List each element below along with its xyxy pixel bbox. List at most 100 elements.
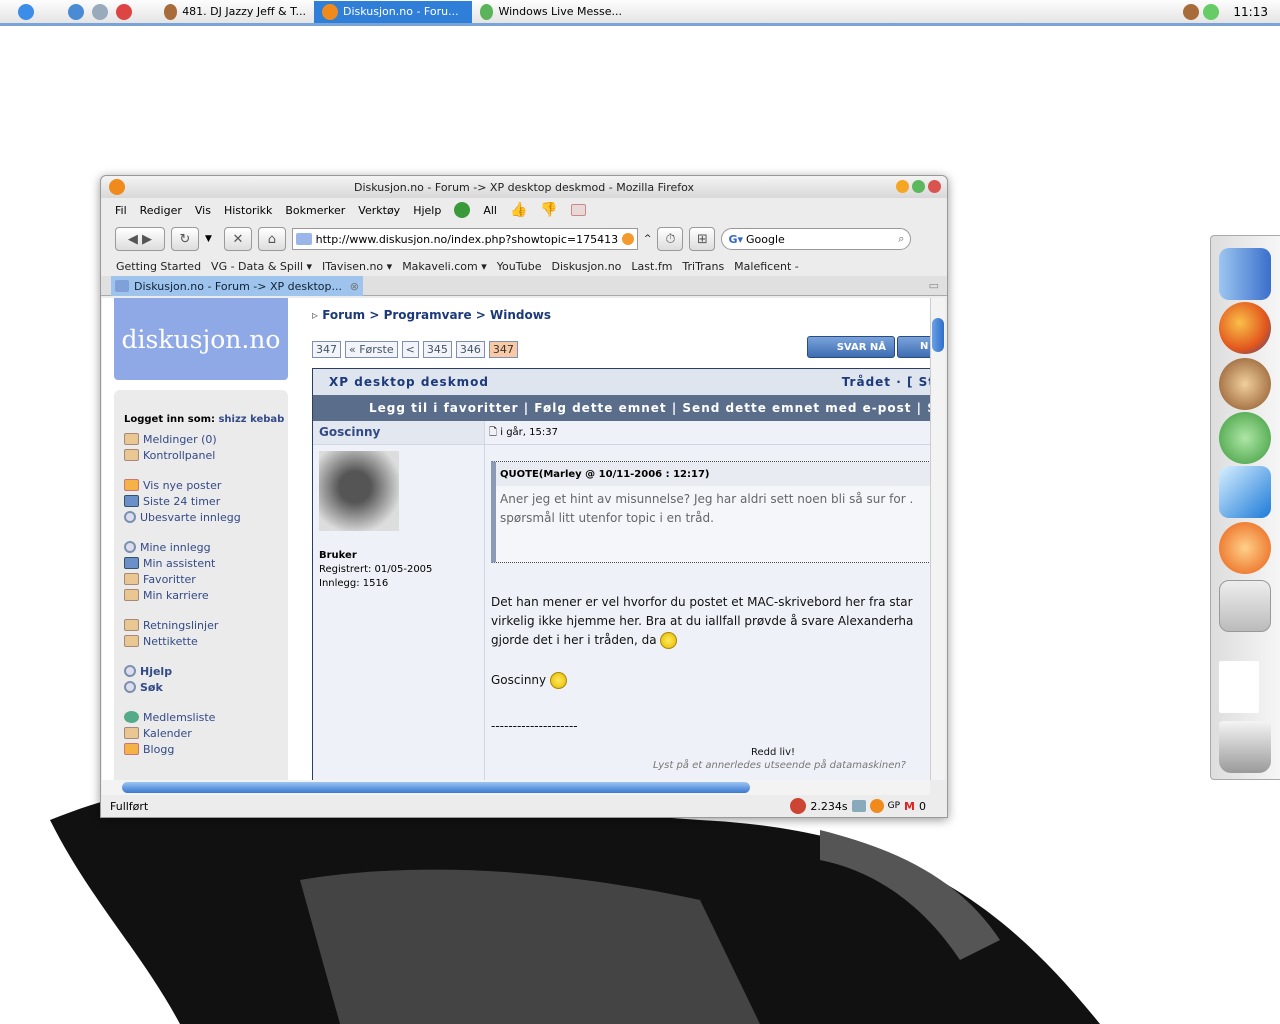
thumbs-down-icon[interactable]: 👎 [540,202,557,218]
gmail-icon[interactable]: M [904,800,915,813]
bookmark-vg[interactable]: VG - Data & Spill ▾ [211,260,312,273]
sidebar-link-mine-innlegg[interactable]: Mine innlegg [124,539,288,555]
vlc-icon[interactable] [1219,522,1271,574]
reply-button[interactable]: SVAR NÅ [807,336,895,358]
sidebar-link-søk[interactable]: Søk [124,679,288,695]
page-count[interactable]: 347 [312,341,341,358]
fasterfox-icon[interactable] [790,798,807,814]
breadcrumb-forum[interactable]: Forum [322,308,365,322]
sidebar-link-blogg[interactable]: Blogg [124,741,288,757]
signature-link[interactable]: Lyst på et annerledes utseende på datama… [491,759,913,772]
title-bar[interactable]: Diskusjon.no - Forum -> XP desktop deskm… [101,176,947,198]
up-arrow-icon[interactable]: ^ [644,234,652,244]
bookmark-youtube[interactable]: YouTube [497,260,542,273]
finder-icon[interactable] [1219,248,1271,300]
sidebar-link-retningslinjer[interactable]: Retningslinjer [124,617,288,633]
bookmark-makaveli[interactable]: Makaveli.com ▾ [402,260,487,273]
maximize-button[interactable] [912,180,925,193]
list-tabs-icon[interactable]: ▭ [929,279,939,292]
sidebar-link-nettikette[interactable]: Nettikette [124,633,288,649]
document-icon[interactable] [1219,661,1259,713]
scroll-thumb[interactable] [932,318,944,352]
sidebar-link-kalender[interactable]: Kalender [124,725,288,741]
menu-rediger[interactable]: Rediger [140,204,182,217]
timer-button[interactable]: ⏱ [657,227,684,251]
site-logo[interactable]: diskusjon.no [114,298,288,380]
bookmark-itavisen[interactable]: ITavisen.no ▾ [322,260,392,273]
tray-monkey-icon[interactable] [1183,3,1200,20]
rss-icon[interactable] [622,233,634,245]
sidebar-link-vis-nye-poster[interactable]: Vis nye poster [124,477,288,493]
search-icon[interactable]: ⌕ [898,232,904,246]
task-winamp[interactable]: 481. DJ Jazzy Jeff & T... [156,1,314,23]
post-author[interactable]: Goscinny [313,421,484,445]
messenger-icon[interactable] [92,3,108,20]
sidebar-link-medlemsliste[interactable]: Medlemsliste [124,709,288,725]
hscroll-thumb[interactable] [122,782,750,793]
back-forward-button[interactable]: ◀ ▶ [115,227,165,251]
bookmark-tritrans[interactable]: TriTrans [682,260,724,273]
breadcrumb-programvare[interactable]: Programvare [384,308,472,322]
vertical-scrollbar[interactable] [930,298,945,780]
page-content: diskusjon.no Logget inn som: shizz kebab… [102,298,930,780]
home-button[interactable]: ⌂ [257,227,286,251]
sidebar-link-meldinger-0-[interactable]: Meldinger (0) [124,431,288,447]
breadcrumb-windows[interactable]: Windows [490,308,551,322]
menu-hjelp[interactable]: Hjelp [413,204,441,217]
trash-icon[interactable] [1219,721,1271,773]
thumbs-up-icon[interactable]: 👍 [510,202,527,218]
messenger-icon[interactable] [1219,412,1271,464]
sidebar-link-min-assistent[interactable]: Min assistent [124,555,288,571]
sidebar-link-min-karriere[interactable]: Min karriere [124,587,288,603]
opera-icon[interactable] [116,3,132,20]
close-tab-icon[interactable]: ⊗ [350,280,359,293]
prev-page-link[interactable]: < [401,341,419,358]
menu-fil[interactable]: Fil [115,204,127,217]
task-messenger[interactable]: Windows Live Messe... [472,1,630,23]
menu-historikk[interactable]: Historikk [224,204,272,217]
history-dropdown-icon[interactable]: ▼ [205,234,212,244]
close-button[interactable] [928,180,941,193]
page-346[interactable]: 346 [455,341,485,358]
firefox-icon[interactable] [1219,302,1271,354]
reload-button[interactable]: ↻ [171,227,199,251]
menu-all[interactable]: All [483,204,497,217]
bookmark-maleficent[interactable]: Maleficent - [734,260,799,273]
url-bar[interactable]: http://www.diskusjon.no/index.php?showto… [291,228,638,250]
tray-messenger-icon[interactable] [1203,3,1220,20]
bookmark-getting-started[interactable]: Getting Started [116,260,201,273]
thread-actions[interactable]: Legg til i favoritter | Følg dette emnet… [313,395,930,421]
page-info-icon[interactable] [851,800,866,812]
first-page-link[interactable]: « Første [345,341,398,358]
sidebar-link-favoritter[interactable]: Favoritter [124,571,288,587]
menu-bokmerker[interactable]: Bokmerker [285,204,345,217]
page-345[interactable]: 345 [422,341,452,358]
sidebar-link-hjelp[interactable]: Hjelp [124,663,288,679]
apple-menu-icon[interactable] [18,3,34,20]
horizontal-scrollbar[interactable] [102,780,930,795]
sidebar-link-siste-24-timer[interactable]: Siste 24 timer [124,493,288,509]
new-tab-button[interactable]: ⊞ [689,227,716,251]
menu-vis[interactable]: Vis [195,204,211,217]
google-icon[interactable]: G▾ [728,233,743,246]
logged-in-user[interactable]: shizz kebab [218,414,284,425]
tab-diskusjon[interactable]: Diskusjon.no - Forum -> XP desktop... ⊗ [111,276,363,296]
task-firefox[interactable]: Diskusjon.no - Foru... [314,0,472,23]
bookmark-diskusjon[interactable]: Diskusjon.no [551,260,621,273]
bookmark-lastfm[interactable]: Last.fm [631,260,672,273]
thread-mode-link[interactable]: Trådet · [ St [842,375,930,389]
new-topic-button[interactable]: N [897,336,930,358]
minimize-button[interactable] [896,180,909,193]
review-icon[interactable] [570,204,586,216]
sidebar-link-kontrollpanel[interactable]: Kontrollpanel [124,447,288,463]
sidebar-link-ubesvarte-innlegg[interactable]: Ubesvarte innlegg [124,509,288,525]
feather-icon[interactable] [1219,466,1271,518]
launcher-icon[interactable] [68,3,84,20]
search-box[interactable]: G▾ Google ⌕ [721,228,912,250]
firefox-status-icon[interactable] [869,799,884,813]
menu-verktoy[interactable]: Verktøy [358,204,400,217]
apple-switch-icon[interactable] [1219,580,1271,632]
stumbleupon-icon[interactable] [454,202,471,218]
monkey-icon[interactable] [1219,358,1271,410]
stop-button[interactable]: ✕ [223,227,252,251]
